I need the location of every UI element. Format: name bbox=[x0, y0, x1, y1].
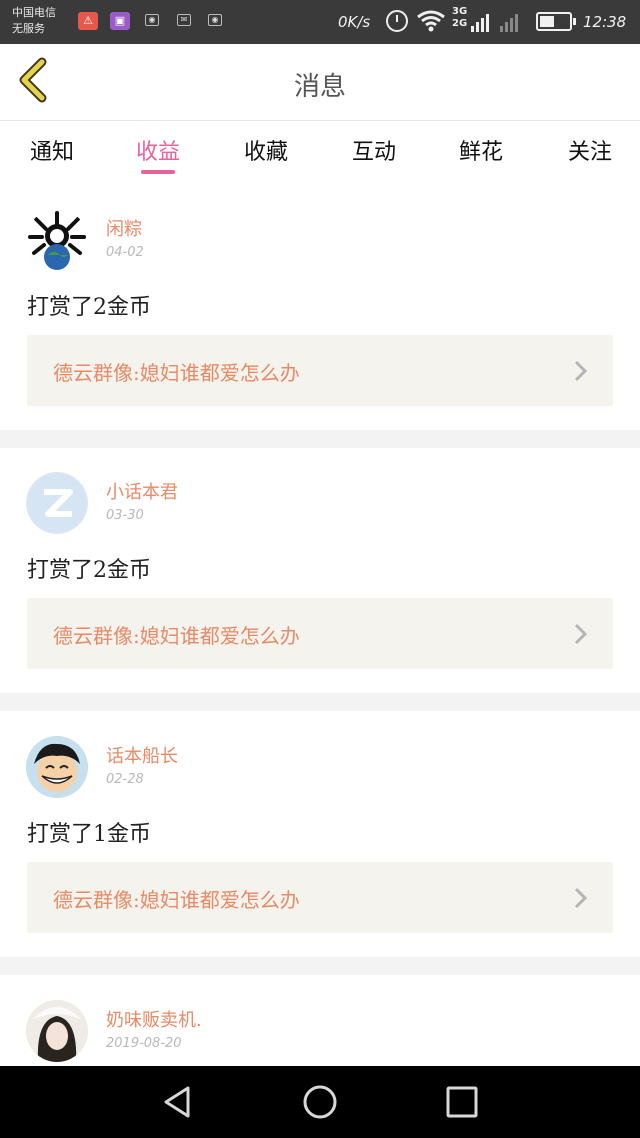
network-2g: 2G bbox=[452, 18, 468, 29]
reward-text: 打赏了2金币 bbox=[27, 558, 151, 583]
tab-flowers[interactable]: 鲜花 bbox=[441, 134, 521, 166]
avatar[interactable] bbox=[26, 472, 88, 534]
message-date: 03-30 bbox=[106, 508, 144, 523]
chevron-right-icon bbox=[573, 359, 589, 383]
app-header: 消息 bbox=[0, 44, 640, 121]
clock: 12:38 bbox=[583, 13, 627, 31]
tab-interactions[interactable]: 互动 bbox=[334, 134, 414, 166]
tab-notifications[interactable]: 通知 bbox=[12, 134, 92, 166]
tab-earnings[interactable]: 收益 bbox=[118, 134, 198, 166]
message-item: 闲粽 04-02 打赏了2金币 德云群像:媳妇谁都爱怎么办 bbox=[0, 195, 640, 441]
net-speed: 0K/s bbox=[338, 13, 371, 31]
chevron-right-icon bbox=[573, 886, 589, 910]
story-title: 德云群像:媳妇谁都爱怎么办 bbox=[53, 624, 300, 648]
network-3g: 3G bbox=[452, 6, 468, 17]
message-date: 04-02 bbox=[106, 245, 144, 260]
signal-icon bbox=[471, 12, 489, 32]
no-signal-icon bbox=[500, 12, 522, 32]
reward-text: 打赏了2金币 bbox=[27, 295, 151, 320]
message-tabs: 通知 收益 收藏 互动 鲜花 关注 bbox=[0, 122, 640, 186]
message-item: 小话本君 03-30 打赏了2金币 德云群像:媳妇谁都爱怎么办 bbox=[0, 458, 640, 704]
avatar[interactable] bbox=[26, 736, 88, 798]
tab-following[interactable]: 关注 bbox=[550, 134, 630, 166]
divider bbox=[0, 693, 640, 711]
chevron-right-icon bbox=[573, 622, 589, 646]
story-title: 德云群像:媳妇谁都爱怎么办 bbox=[53, 888, 300, 912]
wifi-icon bbox=[416, 9, 446, 39]
message-date: 2019-08-20 bbox=[106, 1036, 182, 1051]
alarm-icon bbox=[386, 10, 408, 32]
message-date: 02-28 bbox=[106, 772, 144, 787]
avatar[interactable] bbox=[26, 1000, 88, 1062]
system-nav-bar bbox=[0, 1066, 640, 1138]
reward-text: 打赏了1金币 bbox=[27, 822, 151, 847]
username[interactable]: 话本船长 bbox=[106, 742, 178, 768]
mail-icon: ✉ bbox=[177, 14, 191, 26]
story-title: 德云群像:媳妇谁都爱怎么办 bbox=[53, 361, 300, 385]
username[interactable]: 闲粽 bbox=[106, 215, 142, 241]
username[interactable]: 小话本君 bbox=[106, 478, 178, 504]
carrier-status: 无服务 bbox=[12, 22, 45, 35]
page-title: 消息 bbox=[293, 72, 346, 102]
story-link[interactable]: 德云群像:媳妇谁都爱怎么办 bbox=[27, 598, 613, 669]
story-link[interactable]: 德云群像:媳妇谁都爱怎么办 bbox=[27, 335, 613, 406]
network-type: 3G 2G bbox=[452, 6, 467, 30]
gallery-icon: ▣ bbox=[110, 12, 130, 30]
weibo-icon: ◉ bbox=[145, 14, 159, 26]
warning-icon: ⚠ bbox=[78, 12, 98, 30]
tab-favorites[interactable]: 收藏 bbox=[226, 134, 306, 166]
avatar[interactable] bbox=[26, 209, 88, 271]
home-circle-icon[interactable] bbox=[302, 1084, 338, 1120]
username[interactable]: 奶味贩卖机. bbox=[106, 1006, 202, 1032]
divider bbox=[0, 957, 640, 975]
story-link[interactable]: 德云群像:媳妇谁都爱怎么办 bbox=[27, 862, 613, 933]
divider bbox=[0, 430, 640, 448]
message-item: 话本船长 02-28 打赏了1金币 德云群像:媳妇谁都爱怎么办 bbox=[0, 722, 640, 968]
carrier-name: 中国电信 bbox=[12, 6, 56, 19]
battery-icon bbox=[536, 12, 576, 31]
status-bar: 中国电信 无服务 ⚠ ▣ ◉ ✉ ◉ 0K/s 3G 2G 12:38 bbox=[0, 0, 640, 44]
weibo-icon: ◉ bbox=[208, 14, 222, 26]
active-tab-indicator bbox=[141, 170, 175, 174]
carrier-label: 中国电信 无服务 bbox=[12, 5, 56, 37]
back-triangle-icon[interactable] bbox=[160, 1084, 196, 1120]
recents-square-icon[interactable] bbox=[444, 1084, 480, 1120]
